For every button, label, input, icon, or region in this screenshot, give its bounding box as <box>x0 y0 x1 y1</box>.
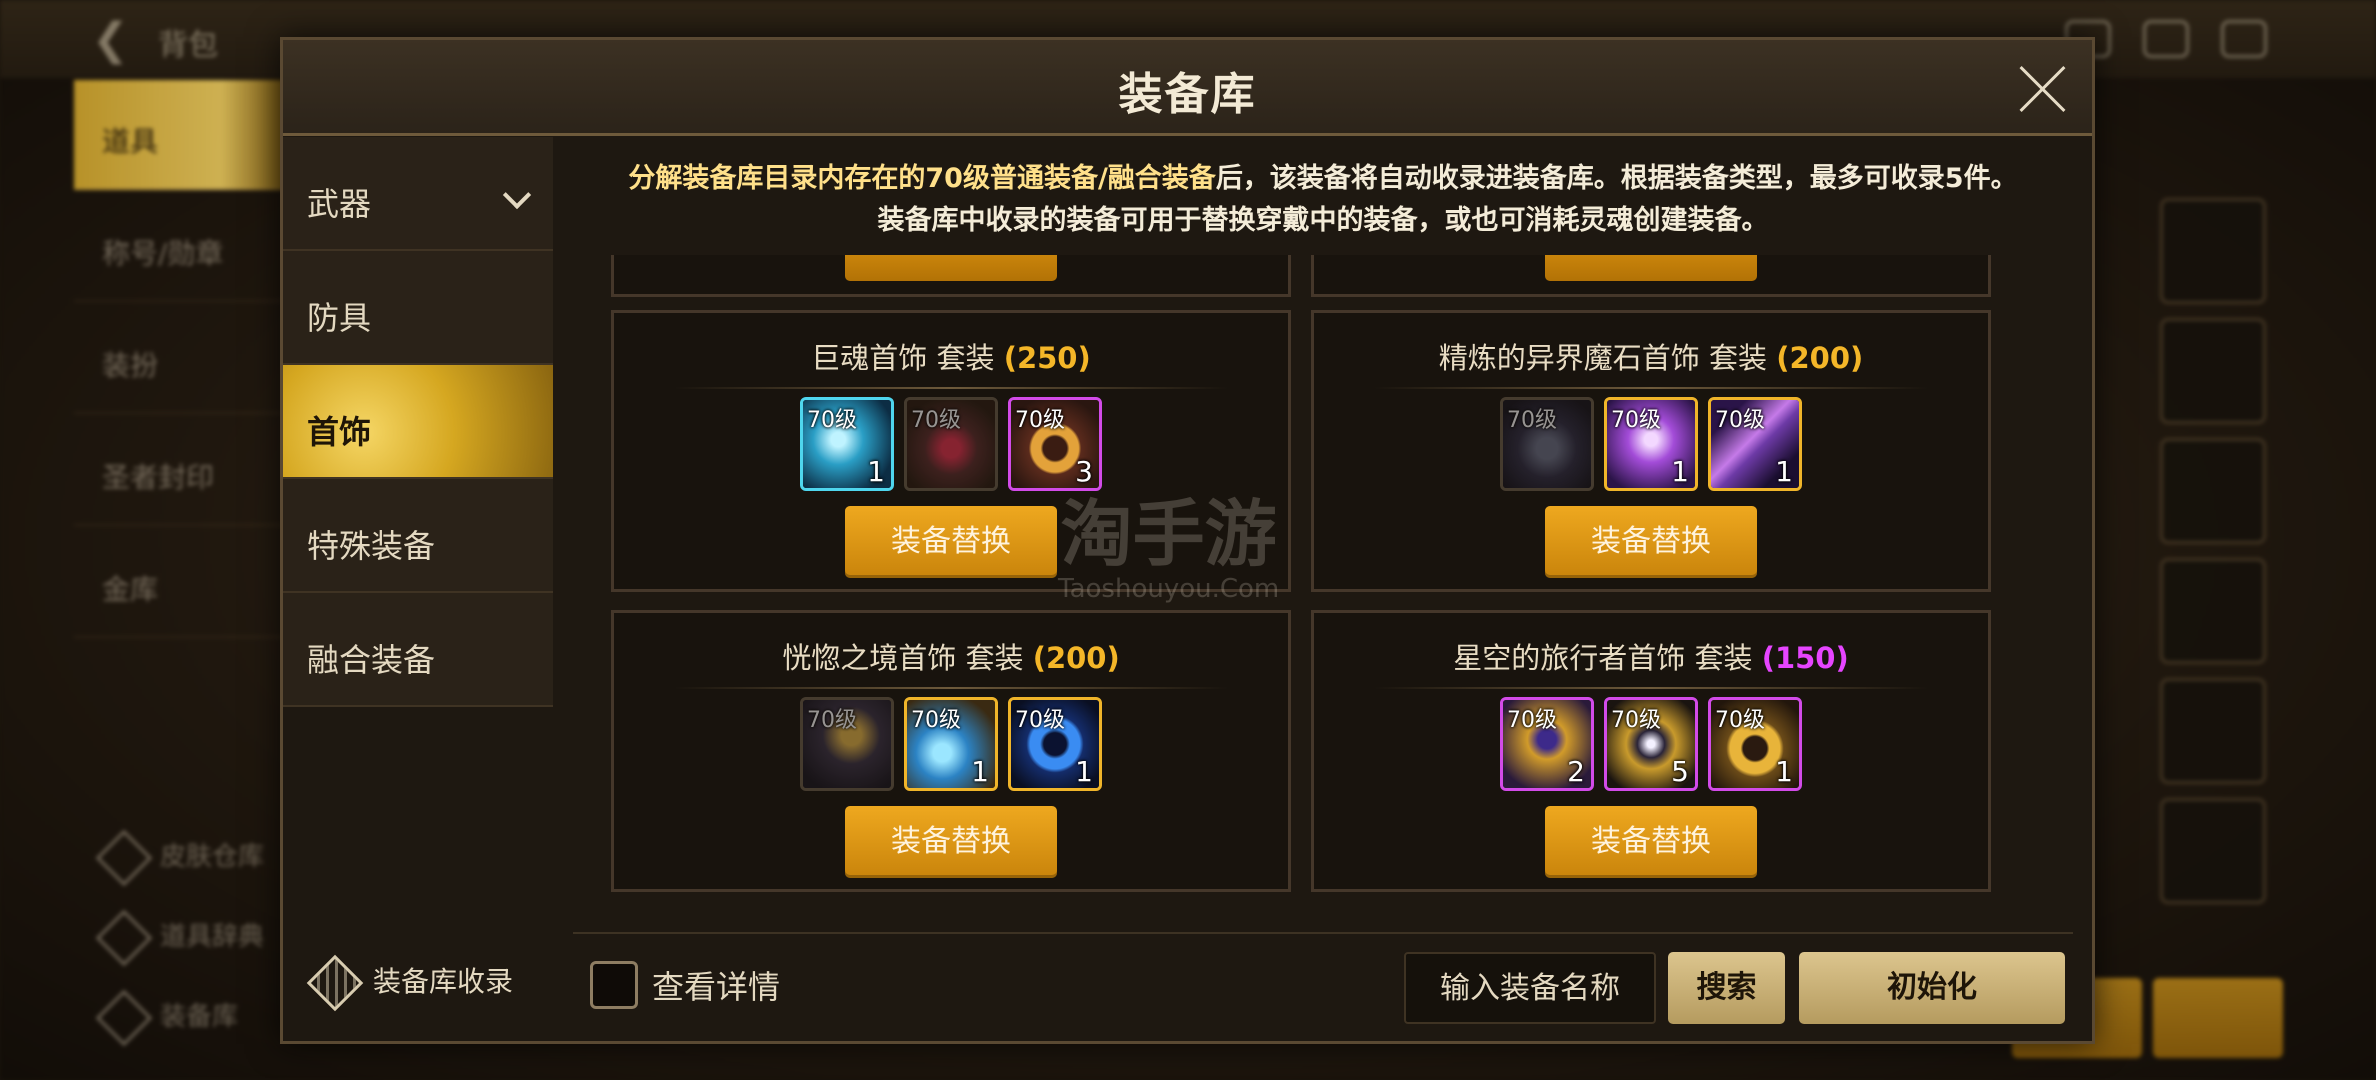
close-icon[interactable] <box>2014 60 2070 116</box>
divider <box>674 687 1228 689</box>
set-title: 恍惚之境首饰 套装 (200) <box>782 641 1120 675</box>
star-necklace-icon[interactable]: 70级 <box>800 697 894 791</box>
reset-button[interactable]: 初始化 <box>1799 952 2065 1024</box>
swap-equipment-button[interactable]: 装备替换 <box>1545 506 1757 578</box>
divider <box>1374 687 1928 689</box>
bg-disassemble-button <box>2153 978 2283 1058</box>
gem-bracelet-icon[interactable]: 70级 <box>904 397 998 491</box>
swap-equipment-button[interactable]: 装备替换 <box>1545 806 1757 878</box>
bracelet-icon[interactable]: 70级 1 <box>904 697 998 791</box>
necklace-icon[interactable]: 70级 2 <box>1500 697 1594 791</box>
view-details-checkbox[interactable] <box>590 961 638 1009</box>
modal-title: 装备库 <box>1118 69 1257 120</box>
category-label: 特殊装备 <box>307 527 436 565</box>
bg-side-item: 金库 <box>74 528 284 638</box>
category-armor[interactable]: 防具 <box>283 251 553 365</box>
swap-equipment-button[interactable]: 装备替换 <box>845 806 1057 878</box>
skin-icon <box>95 829 153 886</box>
category-weapon[interactable]: 武器 <box>283 137 553 251</box>
equipment-library-modal: 装备库 武器 防具 首饰 特殊装备 融合装备 分解装备库目录内存在的70级普通装… <box>280 37 2095 1044</box>
set-score: (200) <box>1032 641 1120 675</box>
category-label: 防具 <box>307 299 372 337</box>
bg-grid-cell <box>2160 558 2266 664</box>
set-items: 70级 70级 1 70级 1 <box>1314 397 1988 491</box>
set-card-partial <box>1311 255 1991 297</box>
library-record-link[interactable]: 装备库收录 <box>306 954 514 1012</box>
notice-line2: 装备库中收录的装备可用于替换穿戴中的装备，或也可消耗灵魂创建装备。 <box>877 205 1769 236</box>
notice-line1: 后，该装备将自动收录进装备库。根据装备类型，最多可收录5件。 <box>1215 163 2018 194</box>
set-card: 星空的旅行者首饰 套装 (150) 70级 2 70级 5 70级 1 装备替换 <box>1311 610 1991 892</box>
set-items: 70级 2 70级 5 70级 1 <box>1314 697 1988 791</box>
footer-divider <box>573 932 2073 934</box>
bg-link-equip-library: 装备库 <box>95 989 238 1046</box>
swap-button-partial[interactable] <box>845 255 1057 281</box>
book-icon <box>95 909 153 966</box>
bg-grid-cell <box>2160 798 2266 904</box>
background-sidebar: 道具 称号/勋章 装扮 圣者封印 金库 <box>74 80 284 1040</box>
view-details-toggle[interactable]: 查看详情 <box>590 961 780 1009</box>
chat-icon <box>2221 20 2267 58</box>
category-nav: 武器 防具 首饰 特殊装备 融合装备 <box>283 137 553 757</box>
library-record-icon <box>306 954 364 1012</box>
set-title: 巨魂首饰 套装 (250) <box>811 341 1091 375</box>
divider <box>1374 387 1928 389</box>
set-card: 精炼的异界魔石首饰 套装 (200) 70级 70级 1 70级 1 装备替换 <box>1311 310 1991 592</box>
ring-icon[interactable]: 70级 1 <box>1708 697 1802 791</box>
library-icon <box>95 989 153 1046</box>
set-score: (250) <box>1003 341 1091 375</box>
modal-header: 装备库 <box>283 40 2092 136</box>
category-fusion-equipment[interactable]: 融合装备 <box>283 593 553 707</box>
category-label: 融合装备 <box>307 641 436 679</box>
set-title: 星空的旅行者首饰 套装 (150) <box>1453 641 1849 675</box>
set-card-partial <box>611 255 1291 297</box>
divider <box>674 387 1228 389</box>
notice-highlight: 分解装备库目录内存在的70级普通装备/融合装备 <box>628 163 1216 194</box>
category-accessory[interactable]: 首饰 <box>283 365 553 479</box>
back-arrow-icon: ❮ <box>92 14 129 65</box>
category-label: 首饰 <box>307 413 372 451</box>
ring-icon[interactable]: 70级 3 <box>1008 397 1102 491</box>
background-title: 背包 <box>158 28 218 63</box>
bg-link-item-dictionary: 道具辞典 <box>95 909 264 966</box>
bg-grid-cell <box>2160 678 2266 784</box>
bg-side-item: 装扮 <box>74 304 284 414</box>
ring-icon[interactable]: 70级 1 <box>1708 397 1802 491</box>
view-details-label: 查看详情 <box>652 968 781 1006</box>
set-list[interactable]: 巨魂首饰 套装 (250) 70级 1 70级 70级 3 装备替换 精炼的异界… <box>573 255 2073 955</box>
set-score: (200) <box>1776 341 1864 375</box>
category-label: 武器 <box>307 185 372 223</box>
bg-link-skin-storage: 皮肤仓库 <box>95 829 264 886</box>
bg-grid-cell <box>2160 198 2266 304</box>
mail-icon <box>2143 20 2189 58</box>
category-special-equipment[interactable]: 特殊装备 <box>283 479 553 593</box>
bg-side-item: 圣者封印 <box>74 416 284 526</box>
set-title: 精炼的异界魔石首饰 套装 (200) <box>1438 341 1864 375</box>
bg-grid-cell <box>2160 318 2266 424</box>
swap-button-partial[interactable] <box>1545 255 1757 281</box>
set-card: 恍惚之境首饰 套装 (200) 70级 70级 1 70级 1 装备替换 <box>611 610 1291 892</box>
chevron-down-icon <box>502 180 532 210</box>
set-items: 70级 1 70级 70级 3 <box>614 397 1288 491</box>
search-button[interactable]: 搜索 <box>1668 952 1785 1024</box>
bg-side-item: 道具 <box>74 80 284 190</box>
bg-grid-cell <box>2160 438 2266 544</box>
set-score: (150) <box>1761 641 1849 675</box>
library-record-label: 装备库收录 <box>373 965 514 998</box>
bg-side-item: 称号/勋章 <box>74 192 284 302</box>
set-items: 70级 70级 1 70级 1 <box>614 697 1288 791</box>
notice-text: 分解装备库目录内存在的70级普通装备/融合装备后，该装备将自动收录进装备库。根据… <box>573 158 2073 242</box>
necklace-icon[interactable]: 70级 1 <box>1604 397 1698 491</box>
ring-icon[interactable]: 70级 1 <box>1008 697 1102 791</box>
necklace-icon[interactable]: 70级 1 <box>800 397 894 491</box>
swap-equipment-button[interactable]: 装备替换 <box>845 506 1057 578</box>
bracelet-icon[interactable]: 70级 5 <box>1604 697 1698 791</box>
set-card: 巨魂首饰 套装 (250) 70级 1 70级 70级 3 装备替换 <box>611 310 1291 592</box>
equipment-search-input[interactable] <box>1404 952 1656 1024</box>
bracelet-icon[interactable]: 70级 <box>1500 397 1594 491</box>
